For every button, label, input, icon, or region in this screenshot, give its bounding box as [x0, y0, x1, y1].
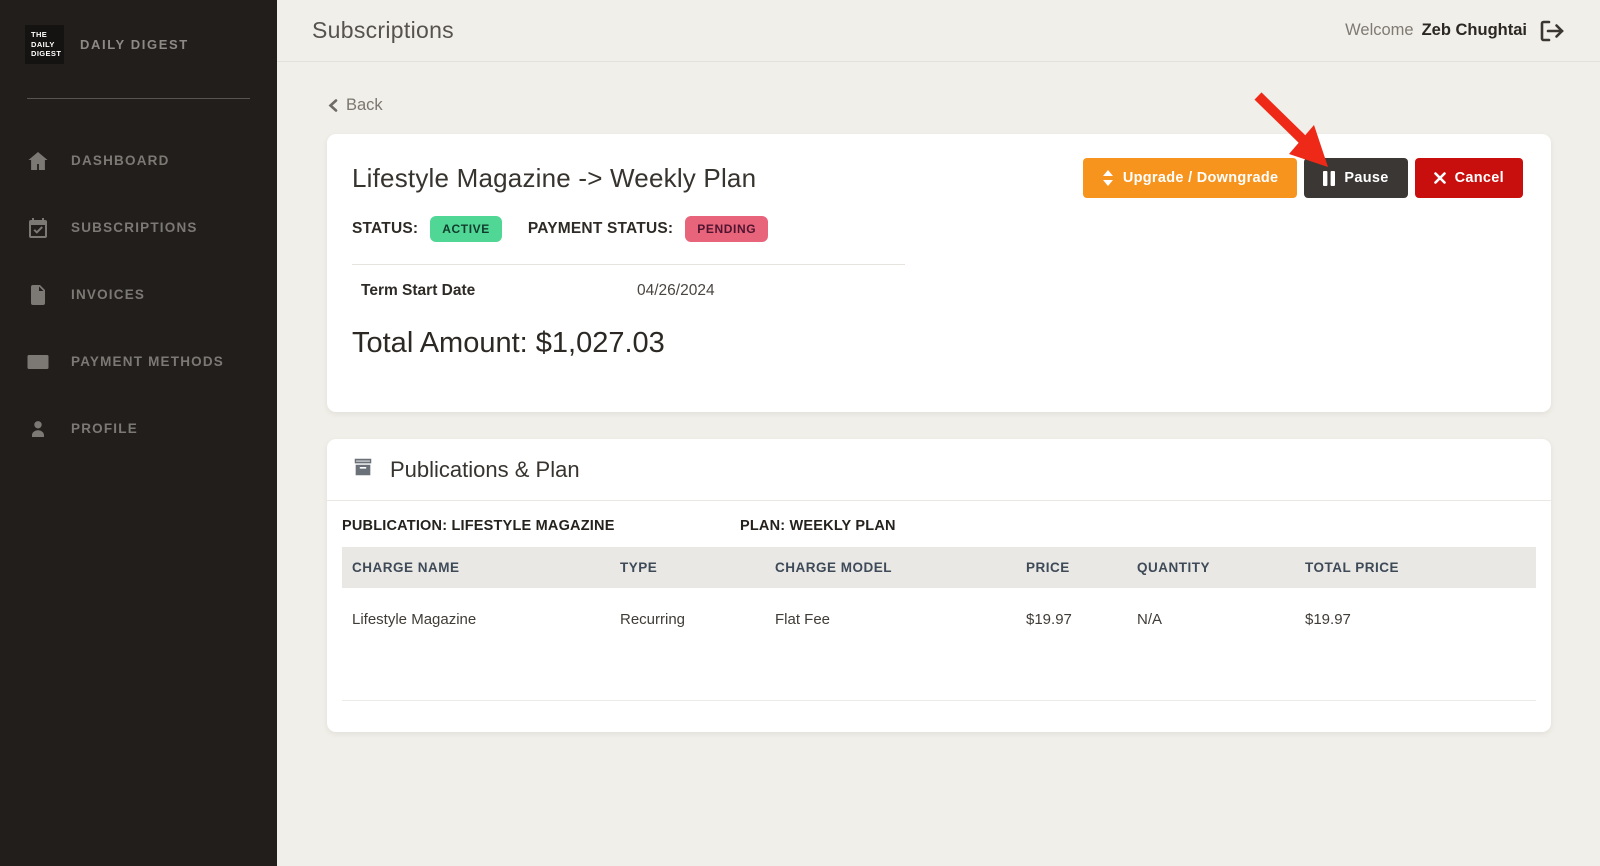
sidebar-item-subscriptions[interactable]: SUBSCRIPTIONS	[0, 194, 277, 261]
charges-table: CHARGE NAME TYPE CHARGE MODEL PRICE QUAN…	[342, 547, 1536, 650]
action-buttons: Upgrade / Downgrade Pause Cancel	[1082, 158, 1523, 198]
cell-price: $19.97	[1026, 610, 1072, 628]
cancel-label: Cancel	[1454, 170, 1504, 186]
cell-charge-model: Flat Fee	[775, 610, 831, 628]
invoice-icon	[26, 283, 50, 307]
x-icon	[1433, 172, 1446, 184]
back-link[interactable]: Back	[327, 96, 383, 115]
publication-label: PUBLICATION: LIFESTYLE MAGAZINE	[342, 518, 615, 534]
cell-charge-name: Lifestyle Magazine	[352, 610, 477, 628]
sidebar-item-label: DASHBOARD	[71, 153, 170, 168]
publications-card: Publications & Plan PUBLICATION: LIFESTY…	[327, 439, 1551, 732]
main-content: Back Lifestyle Magazine -> Weekly Plan U…	[277, 62, 1600, 866]
term-start-label: Term Start Date	[361, 282, 476, 299]
upgrade-downgrade-label: Upgrade / Downgrade	[1122, 170, 1279, 186]
chevron-left-icon	[328, 99, 338, 112]
status-badge: ACTIVE	[430, 216, 502, 242]
welcome-area: Welcome Zeb Chughtai	[1345, 20, 1565, 42]
calendar-check-icon	[26, 216, 50, 240]
status-label: STATUS:	[352, 220, 419, 237]
logout-icon[interactable]	[1539, 20, 1565, 42]
welcome-label: Welcome	[1345, 21, 1414, 39]
payment-status-badge: PENDING	[685, 216, 769, 242]
term-start-value: 04/26/2024	[637, 282, 715, 299]
archive-box-icon	[352, 456, 374, 483]
divider	[352, 264, 905, 265]
sidebar-nav: DASHBOARD SUBSCRIPTIONS INVOICES PAYMENT…	[0, 99, 277, 462]
table-row: Lifestyle Magazine Recurring Flat Fee $1…	[342, 588, 1536, 650]
upgrade-downgrade-button[interactable]: Upgrade / Downgrade	[1082, 158, 1298, 198]
back-label: Back	[346, 96, 383, 114]
topbar: Subscriptions Welcome Zeb Chughtai	[277, 0, 1600, 62]
cell-quantity: N/A	[1137, 610, 1163, 628]
user-name: Zeb Chughtai	[1421, 21, 1527, 39]
logo-line: DIGEST	[31, 49, 62, 59]
col-charge-name: CHARGE NAME	[352, 560, 460, 575]
cell-total-price: $19.97	[1305, 610, 1351, 628]
col-type: TYPE	[620, 560, 658, 575]
up-down-arrows-icon	[1102, 170, 1113, 186]
brand: THE DAILY DIGEST DAILY DIGEST	[0, 0, 277, 86]
sidebar-item-label: INVOICES	[71, 287, 146, 302]
total-amount: Total Amount: $1,027.03	[352, 327, 665, 359]
payment-status-label: PAYMENT STATUS:	[527, 220, 674, 237]
home-icon	[26, 149, 50, 173]
app-window: THE DAILY DIGEST DAILY DIGEST DASHBOARD …	[0, 0, 1600, 866]
subscription-title: Lifestyle Magazine -> Weekly Plan	[352, 162, 757, 193]
page-title: Subscriptions	[312, 17, 454, 43]
publications-title: Publications & Plan	[390, 456, 580, 482]
divider	[342, 700, 1536, 701]
subscription-card: Lifestyle Magazine -> Weekly Plan Upgrad…	[327, 134, 1551, 412]
sidebar-item-label: SUBSCRIPTIONS	[71, 220, 198, 235]
sidebar: THE DAILY DIGEST DAILY DIGEST DASHBOARD …	[0, 0, 277, 866]
credit-card-icon	[26, 350, 50, 374]
col-price: PRICE	[1026, 560, 1070, 575]
sidebar-item-dashboard[interactable]: DASHBOARD	[0, 127, 277, 194]
cell-type: Recurring	[620, 610, 686, 628]
sidebar-item-label: PROFILE	[71, 421, 138, 436]
sidebar-item-invoices[interactable]: INVOICES	[0, 261, 277, 328]
logo-line: THE	[31, 30, 48, 40]
col-quantity: QUANTITY	[1137, 560, 1210, 575]
sidebar-item-label: PAYMENT METHODS	[71, 354, 225, 369]
brand-logo: THE DAILY DIGEST	[25, 25, 64, 64]
plan-label: PLAN: WEEKLY PLAN	[740, 518, 896, 534]
brand-name: DAILY DIGEST	[80, 37, 189, 52]
pause-label: Pause	[1344, 170, 1389, 186]
table-header-row: CHARGE NAME TYPE CHARGE MODEL PRICE QUAN…	[342, 547, 1536, 588]
col-total-price: TOTAL PRICE	[1305, 560, 1400, 575]
sidebar-item-profile[interactable]: PROFILE	[0, 395, 277, 462]
logo-line: DAILY	[31, 39, 55, 49]
sidebar-item-payment-methods[interactable]: PAYMENT METHODS	[0, 328, 277, 395]
person-icon	[26, 417, 50, 441]
pause-button[interactable]: Pause	[1304, 158, 1408, 198]
col-charge-model: CHARGE MODEL	[775, 560, 892, 575]
pause-icon	[1323, 170, 1336, 186]
cancel-button[interactable]: Cancel	[1414, 158, 1523, 198]
